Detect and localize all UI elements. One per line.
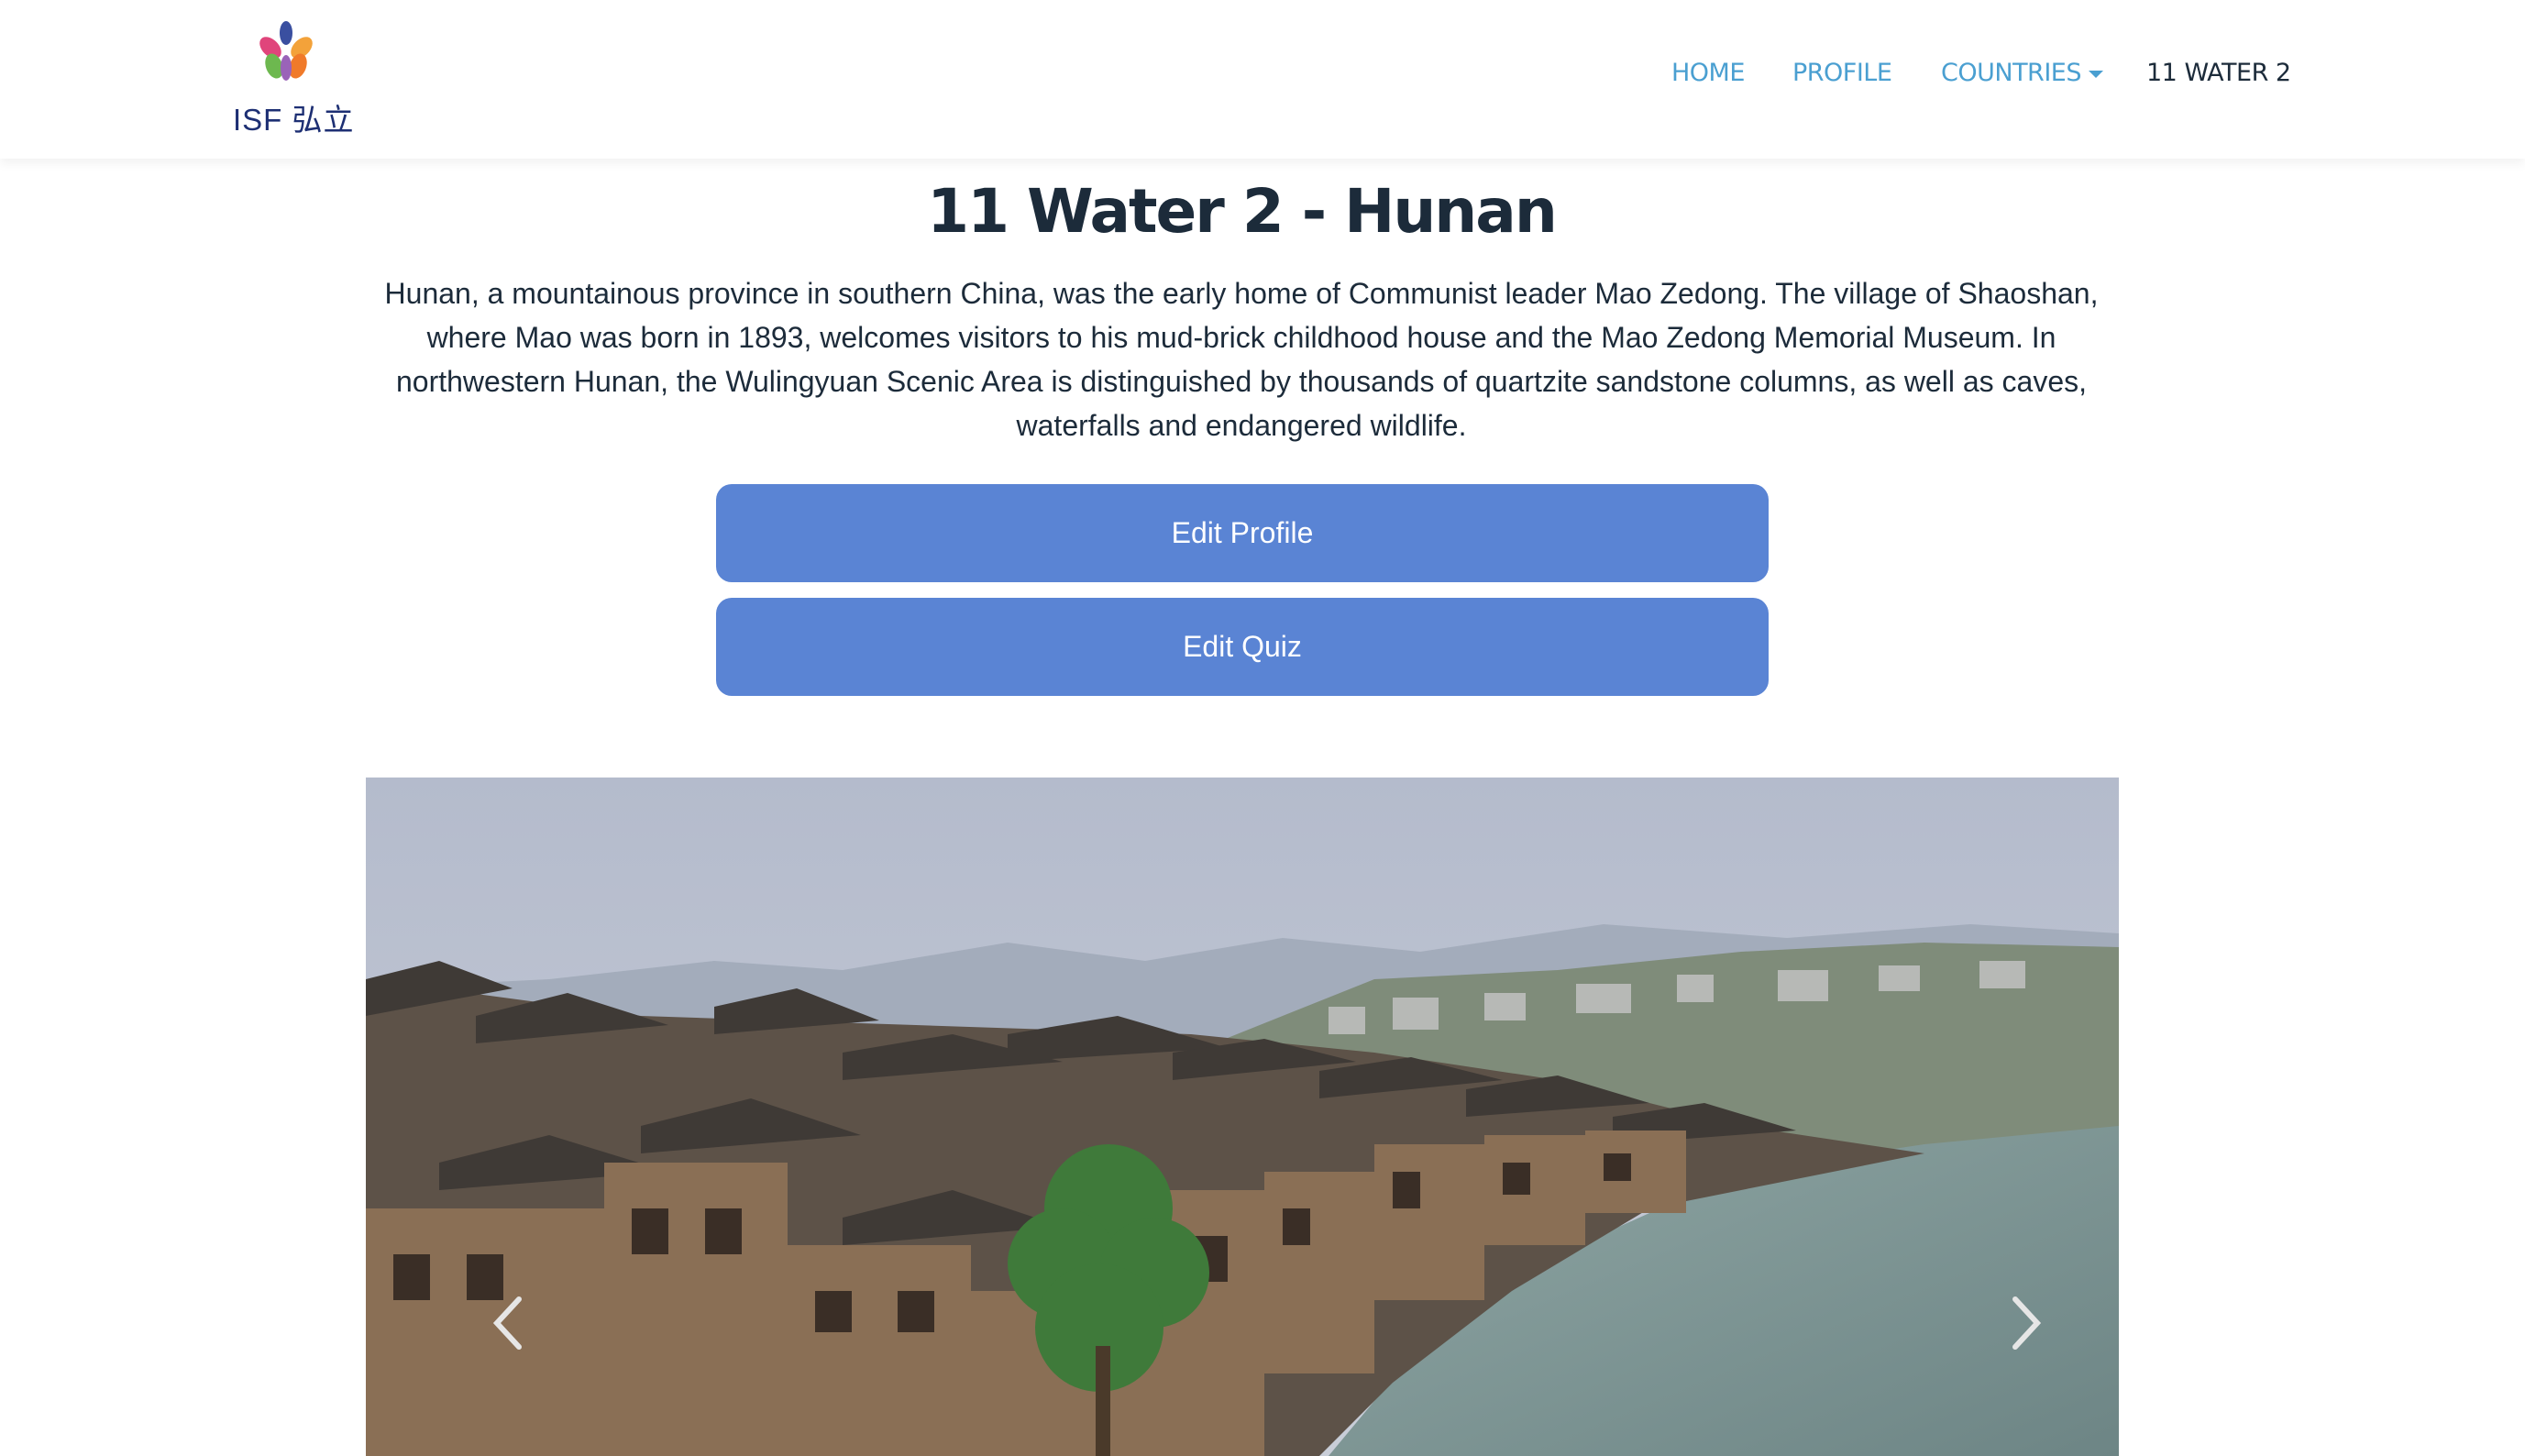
nav-countries-dropdown[interactable]: COUNTRIES: [1941, 59, 2103, 87]
caret-down-icon: [2088, 70, 2103, 78]
nav-profile[interactable]: PROFILE: [1792, 59, 1892, 87]
carousel-image: [366, 778, 2119, 1456]
edit-quiz-button[interactable]: Edit Quiz: [716, 598, 1769, 696]
logo-text: ISF 弘立: [233, 103, 355, 137]
image-carousel[interactable]: [366, 778, 2119, 1456]
chevron-right-icon: [2012, 1296, 2042, 1350]
carousel-next-button[interactable]: [1994, 1291, 2058, 1355]
page-title: 11 Water 2 - Hunan: [927, 176, 1558, 247]
navbar: ISF 弘立 HOME PROFILE COUNTRIES 11 WATER 2: [0, 0, 2525, 159]
edit-profile-button[interactable]: Edit Profile: [716, 484, 1769, 582]
nav-countries-label: COUNTRIES: [1941, 59, 2081, 87]
nav-current-page[interactable]: 11 WATER 2: [2146, 59, 2291, 87]
nav-home[interactable]: HOME: [1671, 59, 1745, 87]
page-description: Hunan, a mountainous province in souther…: [384, 277, 2099, 442]
carousel-prev-button[interactable]: [476, 1291, 540, 1355]
chevron-left-icon: [492, 1296, 522, 1350]
nav-links: HOME PROFILE COUNTRIES 11 WATER 2: [0, 59, 2525, 95]
